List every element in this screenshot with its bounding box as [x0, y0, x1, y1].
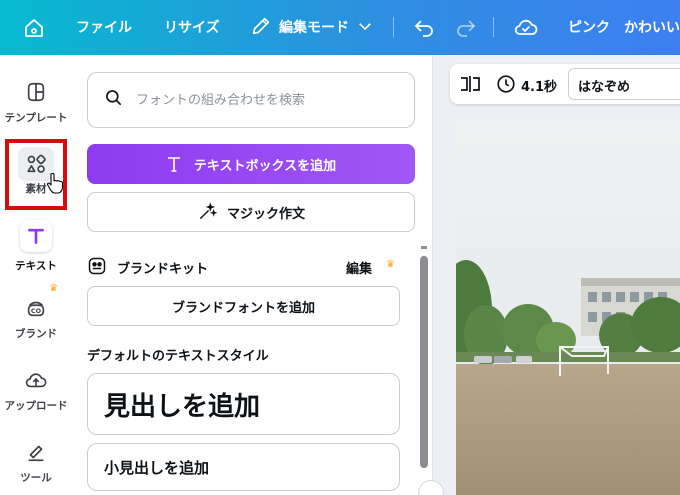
- add-heading-button[interactable]: 見出しを追加: [87, 373, 400, 435]
- crown-icon: ♛: [386, 259, 395, 270]
- chevron-down-icon[interactable]: [356, 17, 380, 41]
- canvas-photo[interactable]: [456, 120, 680, 495]
- add-textbox-button[interactable]: テキストボックスを追加: [87, 144, 415, 184]
- cloud-upload-icon: [20, 364, 52, 396]
- redo-icon[interactable]: [454, 15, 478, 39]
- brand-kit-icon: [87, 256, 107, 280]
- edit-mode-menu[interactable]: 編集モード: [279, 17, 349, 37]
- add-brand-font-button[interactable]: ブランドフォントを追加: [87, 286, 400, 326]
- undo-icon[interactable]: [412, 15, 436, 39]
- brand-kit-title: ブランドキット: [117, 262, 209, 277]
- pencil-icon: [250, 15, 274, 39]
- svg-text:CO: CO: [31, 307, 42, 315]
- template-icon: [20, 76, 52, 108]
- clock-icon[interactable]: [495, 73, 517, 99]
- font-name[interactable]: はなぞめ: [578, 76, 630, 95]
- home-icon[interactable]: [22, 16, 46, 40]
- scroll-up-arrow[interactable]: [421, 246, 427, 249]
- brand-icon: CO: [20, 292, 52, 324]
- text-icon: [20, 220, 52, 252]
- rail-label-text: テキスト: [15, 260, 57, 272]
- add-subheading-label: 小見出しを追加: [104, 458, 210, 477]
- rail-item-upload[interactable]: アップロード: [0, 364, 72, 413]
- panel-scrollbar[interactable]: [420, 256, 428, 468]
- rail-label-brand: ブランド: [15, 328, 57, 340]
- search-icon: [104, 88, 124, 112]
- divider: [493, 17, 494, 37]
- add-heading-label: 見出しを追加: [104, 391, 261, 422]
- add-textbox-label: テキストボックスを追加: [193, 158, 337, 174]
- magic-write-label: マジック作文: [226, 206, 305, 222]
- divider: [393, 17, 394, 37]
- resize-menu[interactable]: リサイズ: [164, 17, 220, 37]
- default-styles-title: デフォルトのテキストスタイル: [87, 349, 269, 364]
- design-title-word-1[interactable]: ピンク: [568, 17, 610, 37]
- search-box[interactable]: [87, 72, 415, 128]
- split-page-icon[interactable]: [459, 74, 481, 98]
- rail-item-tools[interactable]: ツール: [0, 436, 72, 485]
- rail-item-templates[interactable]: テンプレート: [0, 76, 72, 125]
- magic-wand-icon: [197, 202, 217, 222]
- top-bar: ファイル リサイズ 編集モード ピンク かわいい: [0, 0, 680, 55]
- add-brand-font-label: ブランドフォントを追加: [171, 300, 315, 316]
- crown-icon: ♛: [49, 283, 58, 294]
- rail-label-upload: アップロード: [4, 400, 68, 412]
- search-input[interactable]: [136, 92, 396, 108]
- rail-item-text[interactable]: テキスト: [0, 220, 72, 273]
- hand-cursor-icon: [46, 172, 64, 198]
- rail-label-tools: ツール: [20, 472, 52, 484]
- duration-label[interactable]: 4.1秒: [521, 76, 557, 95]
- text-t-icon: [166, 155, 182, 173]
- rail-label-templates: テンプレート: [4, 112, 68, 124]
- brand-kit-edit-link[interactable]: 編集: [346, 258, 372, 277]
- add-subheading-button[interactable]: 小見出しを追加: [87, 443, 400, 491]
- magic-write-button[interactable]: マジック作文: [87, 192, 415, 232]
- design-title-word-2[interactable]: かわいい: [624, 17, 680, 37]
- tools-icon: [20, 436, 52, 468]
- file-menu[interactable]: ファイル: [76, 17, 132, 37]
- rail-item-brand[interactable]: CO ブランド: [0, 292, 72, 341]
- cloud-check-icon[interactable]: [513, 15, 538, 39]
